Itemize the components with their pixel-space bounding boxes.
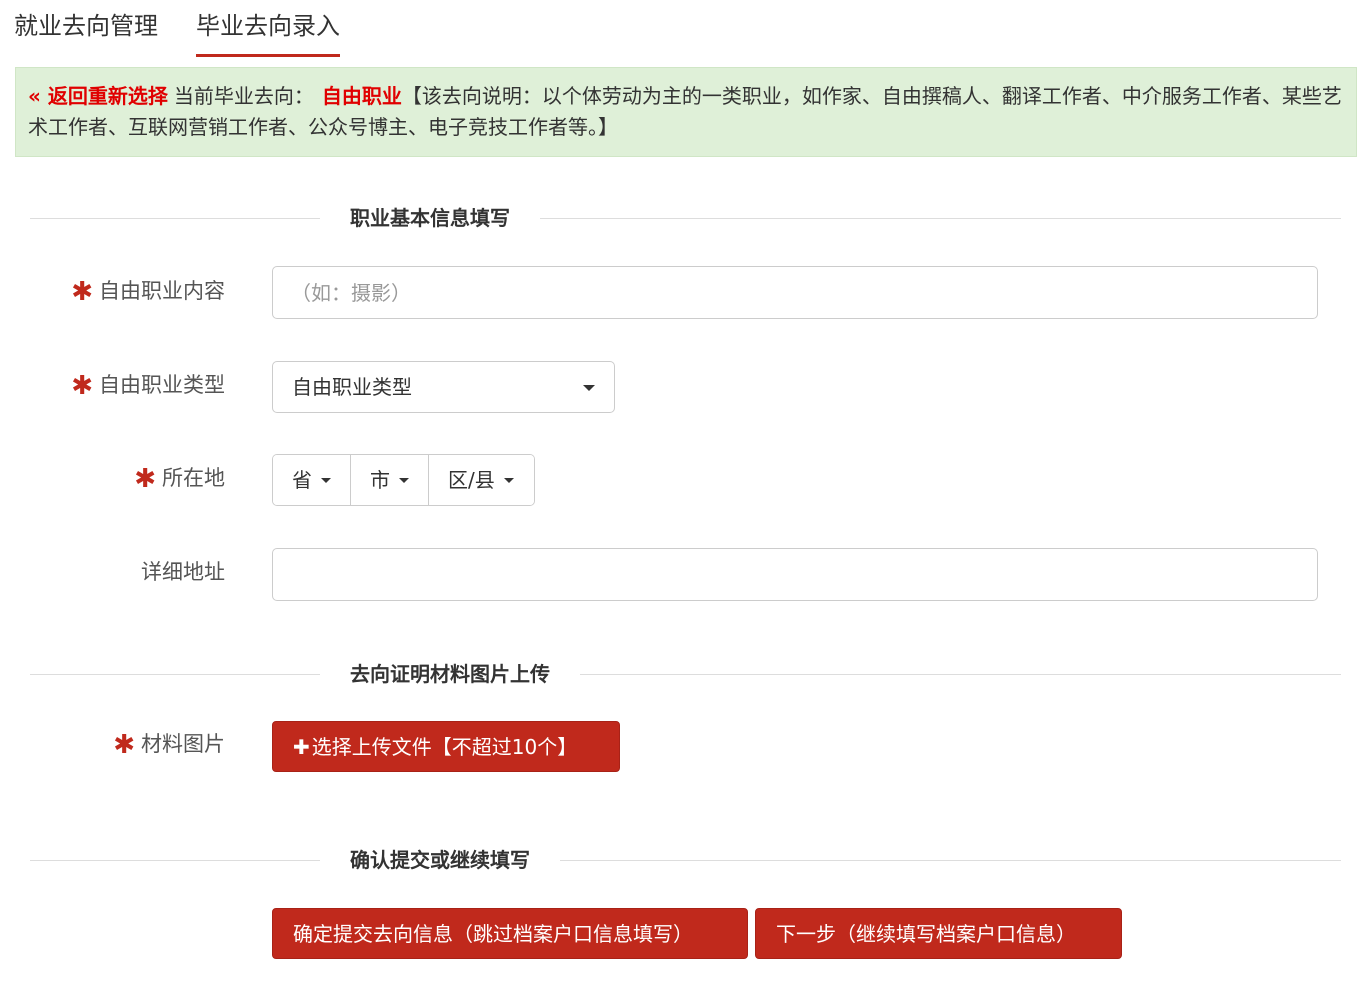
caret-down-icon bbox=[583, 385, 595, 391]
type-label: ✱ 自由职业类型 bbox=[71, 371, 225, 401]
type-select-value: 自由职业类型 bbox=[292, 375, 412, 399]
back-reselect-label: 返回重新选择 bbox=[47, 84, 168, 108]
city-value: 市 bbox=[370, 468, 390, 492]
submit-destination-button[interactable]: 确定提交去向信息（跳过档案户口信息填写） bbox=[272, 908, 748, 959]
destination-notice: « 返回重新选择 当前毕业去向： 自由职业【该去向说明：以个体劳动为主的一类职业，如… bbox=[15, 67, 1357, 157]
tab-destination-entry[interactable]: 毕业去向录入 bbox=[196, 8, 340, 57]
upload-files-button[interactable]: ✚ 选择上传文件【不超过10个】 bbox=[272, 721, 620, 772]
section-basic-info: 职业基本信息填写 bbox=[30, 203, 1341, 233]
tab-employment-management[interactable]: 就业去向管理 bbox=[14, 8, 158, 44]
tab-bar: 就业去向管理 毕业去向录入 bbox=[0, 0, 1363, 66]
asterisk-icon: ✱ bbox=[71, 277, 93, 307]
asterisk-icon: ✱ bbox=[134, 464, 156, 494]
double-chevron-left-icon: « bbox=[28, 84, 41, 108]
location-label: ✱ 所在地 bbox=[134, 464, 225, 494]
province-value: 省 bbox=[292, 468, 312, 492]
section-divider-left bbox=[30, 674, 320, 675]
section-upload: 去向证明材料图片上传 bbox=[30, 659, 1341, 689]
district-value: 区/县 bbox=[448, 468, 495, 492]
address-input[interactable] bbox=[272, 548, 1318, 601]
content-label: ✱ 自由职业内容 bbox=[71, 277, 225, 307]
next-step-button[interactable]: 下一步（继续填写档案户口信息） bbox=[755, 908, 1122, 959]
caret-down-icon bbox=[399, 478, 409, 483]
material-label: ✱ 材料图片 bbox=[113, 730, 225, 760]
city-dropdown[interactable]: 市 bbox=[351, 455, 429, 505]
content-input[interactable] bbox=[272, 266, 1318, 319]
province-dropdown[interactable]: 省 bbox=[273, 455, 351, 505]
address-label: 详细地址 bbox=[141, 560, 225, 584]
current-destination-label: 当前毕业去向： bbox=[173, 84, 314, 108]
section-divider-left bbox=[30, 860, 320, 861]
back-reselect-link[interactable]: « 返回重新选择 bbox=[28, 84, 168, 108]
location-selector: 省 市 区/县 bbox=[272, 454, 535, 506]
asterisk-icon: ✱ bbox=[71, 371, 93, 401]
district-dropdown[interactable]: 区/县 bbox=[429, 455, 534, 505]
caret-down-icon bbox=[321, 478, 331, 483]
caret-down-icon bbox=[504, 478, 514, 483]
upload-files-label: 选择上传文件【不超过10个】 bbox=[311, 735, 578, 759]
section-divider-left bbox=[30, 218, 320, 219]
section-confirm: 确认提交或继续填写 bbox=[30, 845, 1341, 875]
plus-icon: ✚ bbox=[293, 735, 310, 759]
type-select[interactable]: 自由职业类型 bbox=[272, 361, 615, 413]
asterisk-icon: ✱ bbox=[113, 730, 135, 760]
current-destination-value: 自由职业 bbox=[321, 84, 402, 108]
